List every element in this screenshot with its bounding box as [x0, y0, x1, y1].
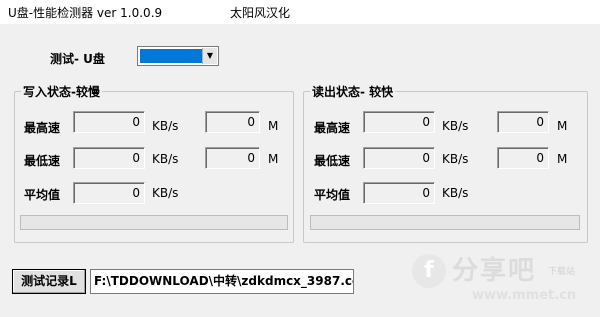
test-log-button[interactable]: 测试记录L	[12, 269, 86, 294]
read-min-m-unit: M	[557, 152, 568, 166]
read-min-m-field: 0	[497, 147, 549, 169]
write-avg-kbs-field: 0	[73, 182, 145, 204]
drive-select[interactable]: ▼	[137, 46, 219, 66]
write-avg-label: 平均值	[24, 188, 61, 202]
write-min-m-field: 0	[205, 147, 260, 169]
write-avg-kbs-unit: KB/s	[152, 186, 179, 200]
read-avg-kbs-field: 0	[363, 182, 435, 204]
chevron-down-icon[interactable]: ▼	[202, 48, 217, 64]
read-progress-bar	[310, 215, 580, 230]
write-min-label: 最低速	[24, 154, 61, 168]
write-max-m-unit: M	[268, 119, 279, 133]
watermark-name: 分享吧	[452, 256, 537, 286]
read-max-kbs-field: 0	[363, 111, 435, 133]
watermark-url: www.mmet.cn	[472, 288, 577, 303]
read-max-label: 最高速	[314, 121, 351, 135]
log-path-field[interactable]: F:\TDDOWNLOAD\中转\zdkdmcx_3987.com\T	[90, 269, 354, 294]
read-min-label: 最低速	[314, 154, 351, 168]
write-min-m-unit: M	[268, 152, 279, 166]
write-min-kbs-field: 0	[73, 147, 145, 169]
read-min-kbs-unit: KB/s	[442, 152, 469, 166]
read-avg-kbs-unit: KB/s	[442, 186, 469, 200]
read-max-m-field: 0	[497, 111, 549, 133]
site-watermark: f 分享吧 下载站 www.mmet.cn	[412, 248, 590, 310]
app-window: U盘-性能检测器 ver 1.0.0.9 太阳风汉化 测试- U盘 ▼ 写入状态…	[0, 0, 600, 317]
write-progress-bar	[20, 215, 288, 230]
watermark-sub: 下载站	[548, 267, 576, 277]
client-area: 测试- U盘 ▼ 写入状态-较慢 最高速 0 KB/s 0 M 最低速 0 KB…	[0, 24, 600, 317]
drive-select-value	[140, 49, 202, 63]
read-group-title: 读出状态- 较快	[312, 85, 394, 99]
write-max-kbs-field: 0	[73, 111, 145, 133]
window-title: U盘-性能检测器 ver 1.0.0.9	[8, 6, 163, 20]
write-group-title: 写入状态-较慢	[23, 85, 100, 99]
write-max-kbs-unit: KB/s	[152, 119, 179, 133]
watermark-logo-icon: f	[412, 254, 446, 288]
read-max-kbs-unit: KB/s	[442, 119, 469, 133]
write-max-label: 最高速	[24, 121, 61, 135]
read-min-kbs-field: 0	[363, 147, 435, 169]
test-drive-label: 测试- U盘	[50, 52, 105, 66]
write-min-kbs-unit: KB/s	[152, 152, 179, 166]
write-max-m-field: 0	[205, 111, 260, 133]
window-credit: 太阳风汉化	[230, 6, 291, 20]
title-bar[interactable]: U盘-性能检测器 ver 1.0.0.9 太阳风汉化	[0, 0, 600, 24]
read-avg-label: 平均值	[314, 188, 351, 202]
read-max-m-unit: M	[557, 119, 568, 133]
